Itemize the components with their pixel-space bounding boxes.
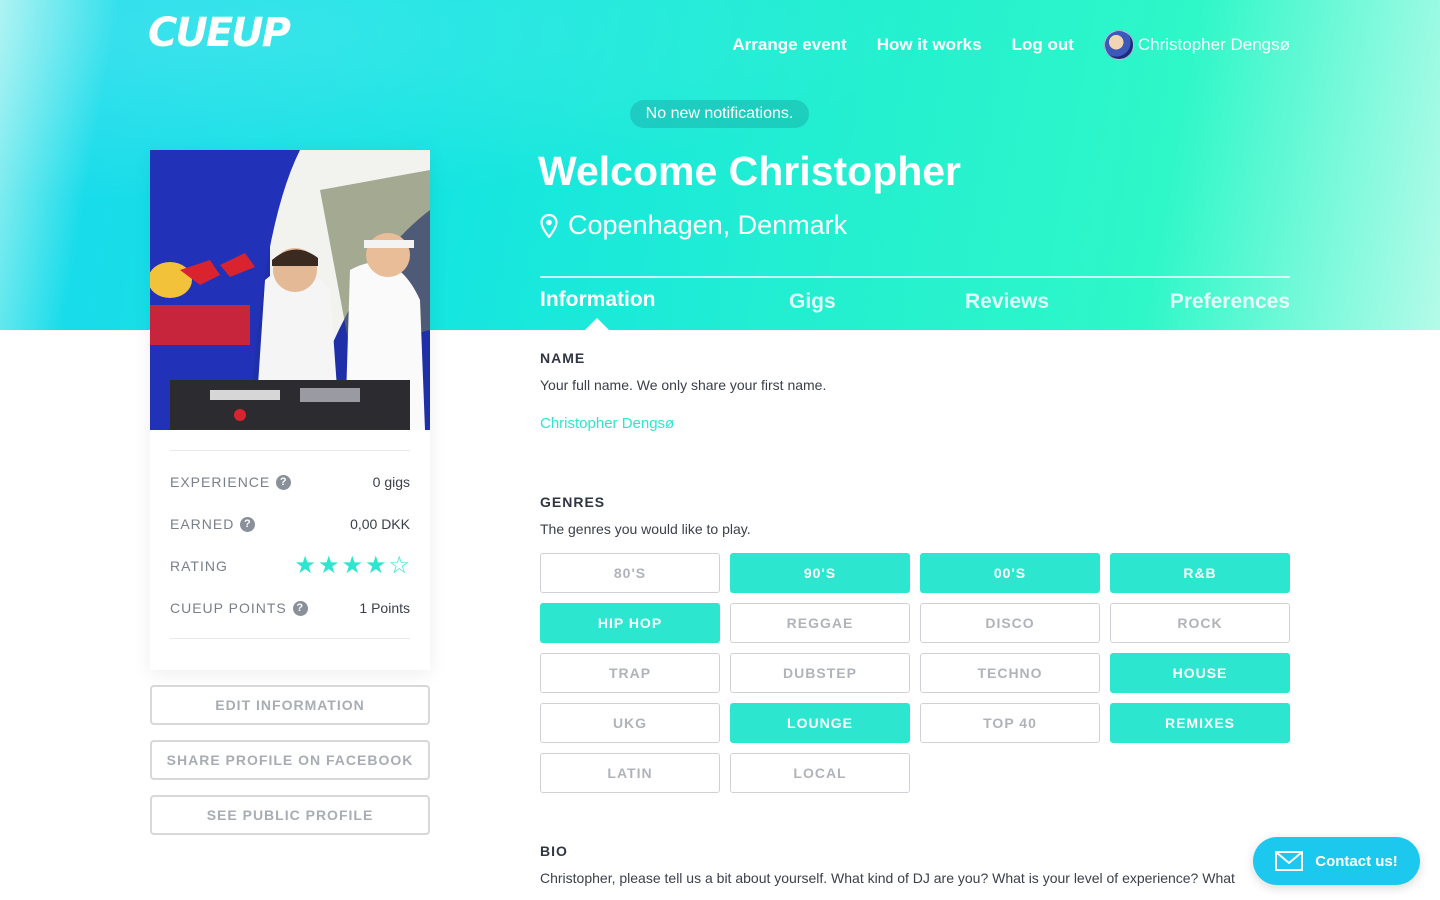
share-facebook-button[interactable]: SHARE PROFILE ON FACEBOOK xyxy=(150,740,430,780)
nav-how-it-works[interactable]: How it works xyxy=(877,35,982,55)
page-title: Welcome Christopher xyxy=(538,148,961,194)
contact-us-label: Contact us! xyxy=(1315,852,1398,870)
mail-icon xyxy=(1275,851,1304,871)
location-pin-icon xyxy=(540,213,558,238)
stat-earned: EARNED ? 0,00 DKK xyxy=(170,503,410,545)
genre-chip[interactable]: LOUNGE xyxy=(730,703,910,743)
genre-chip[interactable]: UKG xyxy=(540,703,720,743)
rating-label: RATING xyxy=(170,558,228,574)
genre-chip[interactable]: DISCO xyxy=(920,603,1100,643)
help-icon[interactable]: ? xyxy=(292,600,308,616)
genres-section-title: GENRES xyxy=(540,494,606,510)
genres-section-desc: The genres you would like to play. xyxy=(540,521,751,537)
nav-log-out[interactable]: Log out xyxy=(1012,35,1074,55)
genre-chip[interactable]: LATIN xyxy=(540,753,720,793)
genre-chip[interactable]: 00'S xyxy=(920,553,1100,593)
stat-points: CUEUP POINTS ? 1 Points xyxy=(170,587,410,629)
genre-chip[interactable]: REGGAE xyxy=(730,603,910,643)
star-empty-icon: ☆ xyxy=(388,552,410,579)
star-filled-icon: ★ xyxy=(341,552,363,579)
genre-chip[interactable]: TOP 40 xyxy=(920,703,1100,743)
tab-information[interactable]: Information xyxy=(540,288,656,312)
bio-section-title: BIO xyxy=(540,843,568,859)
star-filled-icon: ★ xyxy=(364,552,387,579)
user-menu[interactable]: Christopher Dengsø xyxy=(1103,30,1290,60)
stat-rating: RATING ★ ★ ★ ★ ☆ xyxy=(170,545,410,587)
logo[interactable]: CUEUP xyxy=(148,10,291,56)
genre-chip[interactable]: 80'S xyxy=(540,553,720,593)
rating-stars: ★ ★ ★ ★ ☆ xyxy=(292,554,410,578)
genre-chip[interactable]: DUBSTEP xyxy=(730,653,910,693)
genre-chip[interactable]: TECHNO xyxy=(920,653,1100,693)
help-icon[interactable]: ? xyxy=(240,516,256,532)
stats-list: EXPERIENCE ? 0 gigs EARNED ? 0,00 DKK RA… xyxy=(170,450,410,629)
profile-photo[interactable] xyxy=(150,150,430,430)
stat-experience: EXPERIENCE ? 0 gigs xyxy=(170,461,410,503)
points-label: CUEUP POINTS xyxy=(170,600,287,616)
genre-chip[interactable]: HOUSE xyxy=(1110,653,1290,693)
genre-chip[interactable]: REMIXES xyxy=(1110,703,1290,743)
genre-chip[interactable]: 90'S xyxy=(730,553,910,593)
active-tab-indicator xyxy=(585,318,609,330)
genre-chip[interactable]: TRAP xyxy=(540,653,720,693)
name-section-title: NAME xyxy=(540,350,586,366)
tab-preferences[interactable]: Preferences xyxy=(1170,290,1290,314)
tab-reviews[interactable]: Reviews xyxy=(965,290,1049,314)
contact-us-button[interactable]: Contact us! xyxy=(1253,837,1420,885)
location-text: Copenhagen, Denmark xyxy=(568,210,848,240)
earned-value: 0,00 DKK xyxy=(350,516,410,532)
experience-value: 0 gigs xyxy=(372,474,410,490)
profile-tabs: Information Gigs Reviews Preferences xyxy=(540,276,1290,330)
points-value: 1 Points xyxy=(359,600,410,616)
top-nav: Arrange event How it works Log out Chris… xyxy=(702,30,1290,60)
user-name: Christopher Dengsø xyxy=(1137,35,1290,54)
notification-badge[interactable]: No new notifications. xyxy=(630,100,809,128)
genre-chip[interactable]: ROCK xyxy=(1110,603,1290,643)
avatar xyxy=(1103,30,1134,60)
name-section-desc: Your full name. We only share your first… xyxy=(540,377,827,393)
bio-section-desc: Christopher, please tell us a bit about … xyxy=(540,870,1235,886)
tab-gigs[interactable]: Gigs xyxy=(789,290,836,314)
genre-chip[interactable]: LOCAL xyxy=(730,753,910,793)
name-value[interactable]: Christopher Dengsø xyxy=(540,415,674,432)
profile-card: EXPERIENCE ? 0 gigs EARNED ? 0,00 DKK RA… xyxy=(150,150,430,670)
earned-label: EARNED xyxy=(170,516,235,532)
experience-label: EXPERIENCE xyxy=(170,474,271,490)
genre-chip[interactable]: R&B xyxy=(1110,553,1290,593)
nav-arrange-event[interactable]: Arrange event xyxy=(732,35,846,55)
genre-chip[interactable]: HIP HOP xyxy=(540,603,720,643)
location: Copenhagen, Denmark xyxy=(540,210,847,241)
star-filled-icon: ★ xyxy=(294,552,316,579)
help-icon[interactable]: ? xyxy=(276,474,292,490)
divider xyxy=(170,638,410,639)
edit-information-button[interactable]: EDIT INFORMATION xyxy=(150,685,430,725)
star-filled-icon: ★ xyxy=(317,552,340,579)
see-public-profile-button[interactable]: SEE PUBLIC PROFILE xyxy=(150,795,430,835)
